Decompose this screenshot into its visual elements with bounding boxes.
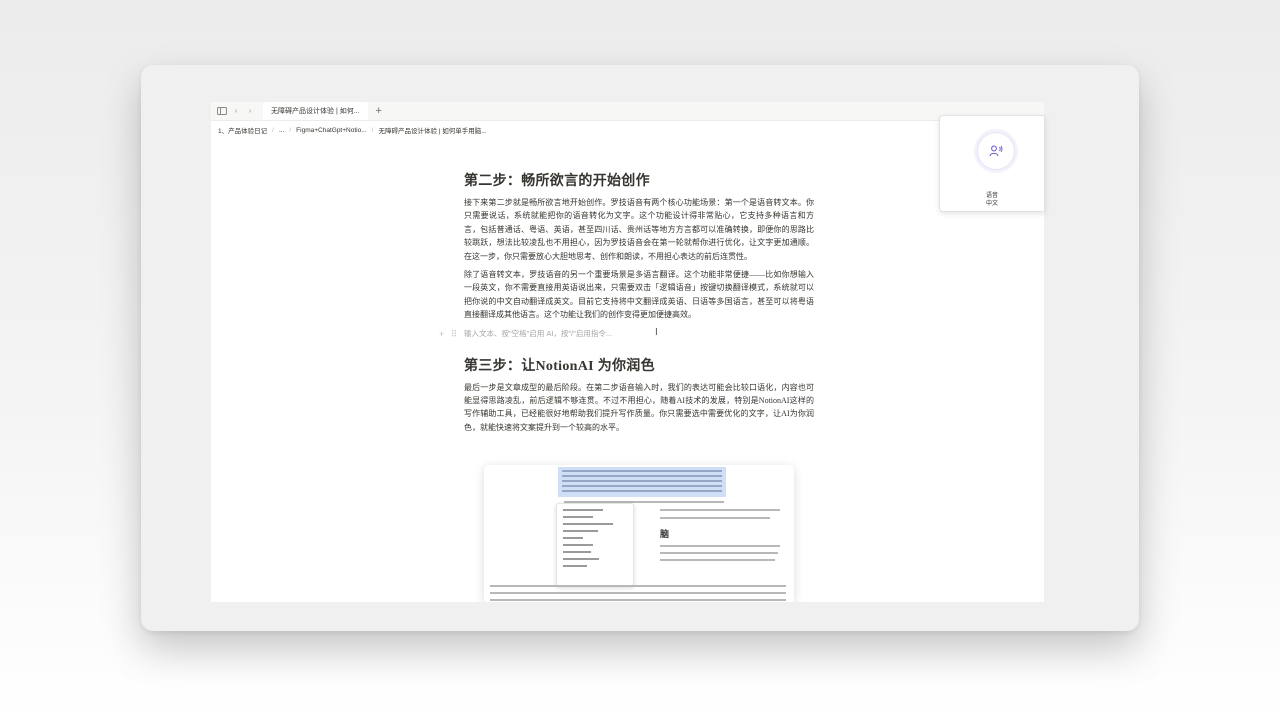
text-line	[660, 559, 775, 561]
block-placeholder: 输入文本、按"空格"启用 AI，按"/"启用指令...	[464, 328, 613, 338]
breadcrumb-item[interactable]: ...	[279, 127, 284, 134]
new-tab-button[interactable]: +	[376, 105, 382, 117]
back-arrow-icon[interactable]: ‹	[231, 106, 241, 116]
text-line	[660, 545, 780, 547]
tab-bar: ‹ › 无障碍产品设计体验 | 如何... +	[211, 102, 1044, 121]
text-line	[660, 509, 780, 511]
sidebar-icon[interactable]	[217, 106, 227, 116]
text-line	[490, 585, 786, 587]
embedded-screenshot: 脑	[484, 465, 794, 602]
breadcrumb: 1、产品体验日记 / ... / Figma+ChatGpt+Notio... …	[211, 121, 1044, 139]
notion-window: ‹ › 无障碍产品设计体验 | 如何... + 1、产品体验日记 / ... /…	[211, 102, 1044, 602]
paragraph[interactable]: 最后一步是文章成型的最后阶段。在第二步语音输入时，我们的表达可能会比较口语化，内…	[464, 381, 814, 435]
empty-block[interactable]: + ⠿ 输入文本、按"空格"启用 AI，按"/"启用指令... I	[439, 326, 814, 341]
breadcrumb-separator: /	[272, 126, 274, 134]
paragraph[interactable]: 除了语音转文本，罗技语音的另一个重要场景是多语言翻译。这个功能非常便捷——比如你…	[464, 268, 814, 322]
paragraph[interactable]: 接下来第二步就是畅所欲言地开始创作。罗技语音有两个核心功能场景：第一个是语音转文…	[464, 196, 814, 263]
breadcrumb-separator: /	[371, 126, 374, 134]
text-line	[660, 552, 778, 554]
breadcrumb-item[interactable]: Figma+ChatGpt+Notio...	[296, 127, 366, 134]
tab-current-page[interactable]: 无障碍产品设计体验 | 如何...	[263, 102, 368, 120]
embedded-heading-fragment: 脑	[660, 529, 670, 539]
voice-label-language: 中文	[985, 201, 998, 207]
tab-title: 无障碍产品设计体验 | 如何...	[271, 108, 360, 115]
ai-menu	[556, 503, 634, 587]
voice-input-widget[interactable]: 语音 中文	[939, 115, 1045, 212]
text-line	[490, 592, 786, 594]
text-line	[490, 599, 786, 601]
heading-step-three[interactable]: 第三步：让NotionAI 为你润色	[464, 355, 814, 375]
breadcrumb-item[interactable]: 1、产品体验日记	[218, 125, 267, 135]
selected-text-highlight	[558, 467, 726, 497]
block-handle-icon[interactable]: + ⠿	[439, 327, 459, 341]
voice-person-icon[interactable]	[977, 132, 1015, 170]
page-content: 第二步：畅所欲言的开始创作 接下来第二步就是畅所欲言地开始创作。罗技语音有两个核…	[439, 170, 814, 439]
breadcrumb-item[interactable]: 无障碍产品设计体验 | 如何单手用脑...	[378, 125, 486, 135]
breadcrumb-separator: /	[289, 126, 292, 134]
text-cursor-icon: I	[655, 326, 658, 338]
heading-step-two[interactable]: 第二步：畅所欲言的开始创作	[464, 170, 814, 190]
text-line	[660, 517, 770, 519]
forward-arrow-icon[interactable]: ›	[245, 106, 255, 116]
